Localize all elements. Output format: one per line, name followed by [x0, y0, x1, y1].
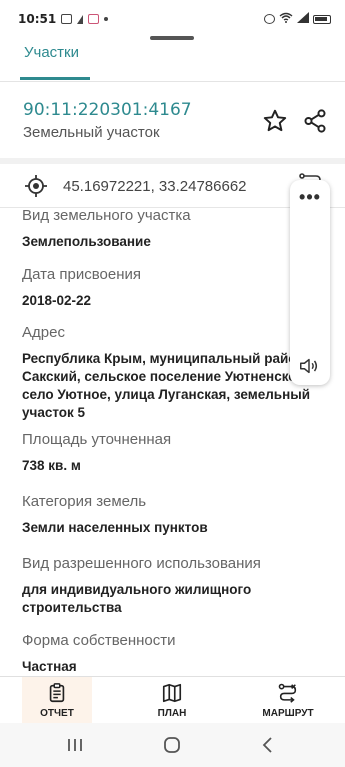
field-value: Земли населенных пунктов	[22, 520, 208, 535]
field-label: Категория земель	[22, 493, 147, 510]
home-icon[interactable]	[162, 735, 182, 755]
tab-parcels[interactable]: Участки	[24, 44, 79, 61]
speaker-icon	[300, 358, 318, 374]
nav-route-label: МАРШРУТ	[262, 708, 314, 719]
field-land-category: Категория земель Земли населенных пункто…	[22, 492, 332, 537]
bottom-nav: ОТЧЕТ ПЛАН МАРШРУТ	[0, 676, 345, 724]
signal-icon	[297, 12, 309, 26]
send-notification-icon	[77, 14, 84, 24]
field-value: для индивидуального жилищного строительс…	[22, 582, 252, 615]
clipboard-icon	[49, 683, 65, 703]
field-value: 2018-02-22	[22, 293, 92, 308]
share-icon	[304, 109, 326, 133]
status-left: 10:51	[18, 12, 109, 26]
system-nav-bar	[0, 723, 345, 767]
gallery-notification-icon	[61, 14, 73, 24]
field-label: Дата присвоения	[22, 266, 141, 283]
share-button[interactable]	[302, 108, 328, 134]
field-area: Площадь уточненная 738 кв. м	[22, 430, 332, 475]
recent-apps-icon[interactable]	[66, 735, 84, 755]
tab-active-indicator	[20, 77, 90, 80]
field-parcel-kind: Вид земельного участка Землепользование	[22, 206, 332, 251]
wifi-icon	[279, 12, 293, 26]
field-address: Адрес Республика Крым, муниципальный рай…	[22, 323, 332, 422]
app-notification-icon	[88, 14, 100, 24]
more-dots-icon: •••	[299, 187, 321, 207]
field-label: Площадь уточненная	[22, 431, 172, 448]
nav-route[interactable]: МАРШРУТ	[248, 677, 328, 724]
field-ownership-form: Форма собственности Частная	[22, 631, 332, 676]
field-label: Адрес	[22, 324, 65, 341]
more-notifications-icon	[104, 17, 109, 21]
cadastral-number[interactable]: 90:11:220301:4167	[23, 100, 192, 120]
text-to-speech-button[interactable]	[298, 355, 320, 377]
field-value: Республика Крым, муниципальный район Сак…	[22, 351, 311, 420]
status-bar: 10:51	[0, 0, 345, 38]
map-icon	[162, 683, 182, 703]
field-assignment-date: Дата присвоения 2018-02-22	[22, 265, 332, 310]
back-icon[interactable]	[260, 735, 276, 755]
parcel-header: 90:11:220301:4167 Земельный участок	[0, 90, 345, 158]
field-value: Частная	[22, 659, 77, 674]
parcel-type: Земельный участок	[23, 124, 160, 141]
field-label: Вид земельного участка	[22, 207, 191, 224]
field-permitted-use: Вид разрешенного использования для индив…	[22, 554, 332, 617]
star-outline-icon	[263, 109, 287, 132]
nav-report-label: ОТЧЕТ	[40, 708, 74, 719]
tab-bar: Участки	[0, 40, 345, 82]
floating-overlay-panel: •••	[290, 180, 330, 385]
status-right	[264, 12, 331, 26]
battery-icon	[313, 14, 331, 24]
field-label: Вид разрешенного использования	[22, 555, 261, 572]
route-nav-icon	[278, 683, 297, 703]
favorite-button[interactable]	[262, 108, 288, 134]
location-target-icon	[25, 175, 47, 197]
field-label: Форма собственности	[22, 632, 176, 649]
status-time: 10:51	[18, 12, 57, 26]
field-value: Землепользование	[22, 234, 151, 249]
nav-report[interactable]: ОТЧЕТ	[22, 677, 92, 724]
more-options-button[interactable]: •••	[298, 187, 322, 210]
alarm-icon	[264, 14, 275, 24]
field-value: 738 кв. м	[22, 458, 81, 473]
nav-plan-label: ПЛАН	[157, 708, 187, 719]
coordinates-text[interactable]: 45.16972221, 33.24786662	[63, 178, 247, 195]
nav-plan[interactable]: ПЛАН	[137, 677, 207, 724]
